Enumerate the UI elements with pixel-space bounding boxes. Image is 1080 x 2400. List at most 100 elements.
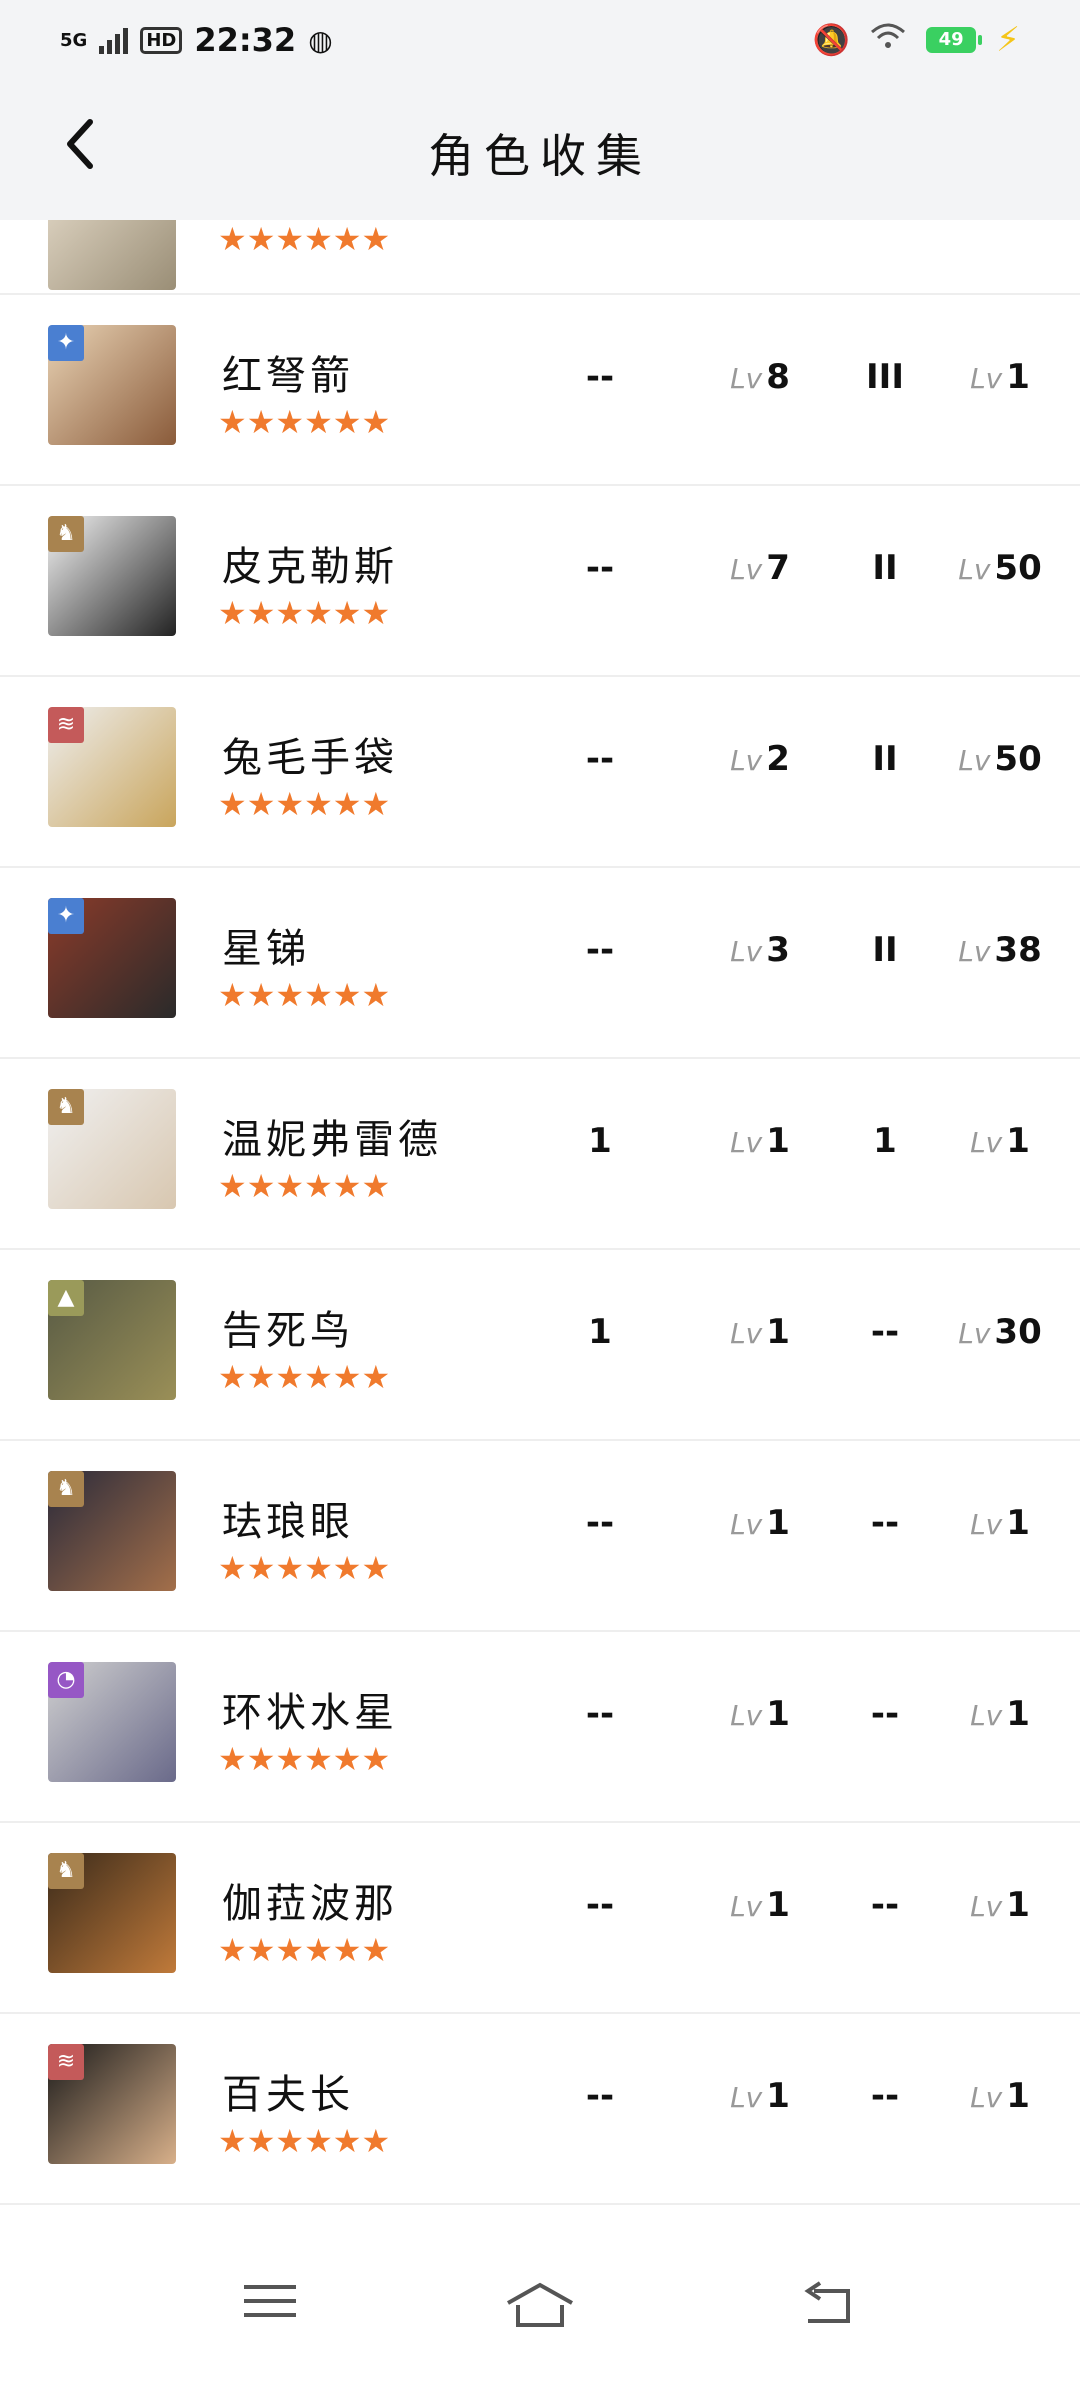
character-name: 红弩箭 [222,353,354,399]
character-name: 皮克勒斯 [222,544,398,590]
level-2: Lv 1 [950,1694,1050,1734]
character-portrait: ✦ [48,898,176,1018]
level-value: 1 [1006,1121,1030,1161]
star-rating: ★★★★★★ [218,1167,391,1205]
level-2: Lv 38 [950,930,1050,970]
back-nav-icon[interactable] [790,2275,870,2355]
mineral-icon: ▲ [48,1280,84,1316]
lv-label: Lv [730,2081,763,2114]
rank-value: -- [870,2076,900,2116]
character-row[interactable]: ★★★★★★ [0,220,1080,295]
star-rating: ★★★★★★ [218,220,391,258]
star-rating: ★★★★★★ [218,785,391,823]
character-name: 兔毛手袋 [222,735,398,781]
menu-icon[interactable] [230,2275,310,2355]
insight-value: 1 [588,1121,612,1161]
level-1: Lv 2 [710,739,810,779]
insight-value: -- [585,1503,615,1543]
level-value: 1 [1006,1694,1030,1734]
claw-icon: ≋ [48,707,84,743]
character-row[interactable]: ✦ 红弩箭 ★★★★★★ -- Lv 8 III Lv 1 [0,295,1080,486]
level-2: Lv 1 [950,1503,1050,1543]
level-value: 30 [994,1312,1042,1352]
hd-badge: HD [140,26,183,54]
beast-icon: ♞ [48,1471,84,1507]
spirit-icon: ◔ [48,1662,84,1698]
level-value: 1 [766,2076,790,2116]
character-row[interactable]: ♞ 皮克勒斯 ★★★★★★ -- Lv 7 II Lv 50 [0,486,1080,677]
character-name: 伽菈波那 [222,1881,398,1927]
wifi-icon [870,22,906,58]
star-rating: ★★★★★★ [218,1549,391,1587]
lv-label: Lv [958,1317,991,1350]
character-portrait: ♞ [48,1089,176,1209]
rank-value: III [866,357,904,397]
level-1: Lv 1 [710,1121,810,1161]
level-1: Lv 1 [710,1885,810,1925]
beast-icon: ♞ [48,1853,84,1889]
level-2: Lv 1 [950,357,1050,397]
character-row[interactable]: ≋ 百夫长 ★★★★★★ -- Lv 1 -- Lv 1 [0,2014,1080,2205]
character-name: 珐琅眼 [222,1499,354,1545]
insight-value: -- [585,548,615,588]
character-row[interactable]: ✦ 星锑 ★★★★★★ -- Lv 3 II Lv 38 [0,868,1080,1059]
level-1: Lv 1 [710,1694,810,1734]
level-value: 1 [766,1121,790,1161]
level-2: Lv 1 [950,1885,1050,1925]
character-row[interactable]: ≋ 兔毛手袋 ★★★★★★ -- Lv 2 II Lv 50 [0,677,1080,868]
level-value: 7 [766,548,790,588]
star-rating: ★★★★★★ [218,594,391,632]
lv-label: Lv [730,553,763,586]
rank-value: -- [870,1503,900,1543]
lv-label: Lv [730,1126,763,1159]
character-row[interactable]: ▲ 告死鸟 ★★★★★★ 1 Lv 1 -- Lv 30 [0,1250,1080,1441]
status-bar: 5G HD 22:32 ◍ 🔕 49 ⚡ [0,0,1080,80]
level-2: Lv 50 [950,548,1050,588]
character-list[interactable]: ★★★★★★ ✦ 红弩箭 ★★★★★★ -- Lv 8 III Lv 1 ♞ 皮克勒斯 ★★★★★★ --… [0,220,1080,2220]
signal-icon [99,26,129,54]
character-portrait [48,220,176,290]
insight-value: -- [585,930,615,970]
character-portrait: ✦ [48,325,176,445]
lv-label: Lv [730,362,763,395]
character-row[interactable]: ♞ 温妮弗雷德 ★★★★★★ 1 Lv 1 1 Lv 1 [0,1059,1080,1250]
beast-icon: ♞ [48,516,84,552]
home-icon[interactable] [500,2275,580,2355]
character-portrait: ≋ [48,2044,176,2164]
level-value: 1 [766,1694,790,1734]
star-rating: ★★★★★★ [218,976,391,1014]
star-compass-icon: ✦ [48,325,84,361]
network-label: 5G [60,29,88,51]
insight-value: -- [585,2076,615,2116]
character-row[interactable]: ♞ 伽菈波那 ★★★★★★ -- Lv 1 -- Lv 1 [0,1823,1080,2014]
clock: 22:32 [194,21,297,59]
lv-label: Lv [970,1699,1003,1732]
app-header: 角色收集 [0,80,1080,220]
character-portrait: ♞ [48,516,176,636]
character-name: 告死鸟 [222,1308,354,1354]
character-portrait: ♞ [48,1471,176,1591]
charging-icon: ⚡ [996,20,1020,60]
level-1: Lv 1 [710,2076,810,2116]
lv-label: Lv [970,1508,1003,1541]
rank-value: II [872,930,898,970]
character-row[interactable]: ♞ 珐琅眼 ★★★★★★ -- Lv 1 -- Lv 1 [0,1441,1080,1632]
level-2: Lv 50 [950,739,1050,779]
level-1: Lv 1 [710,1312,810,1352]
lv-label: Lv [730,1890,763,1923]
level-value: 1 [1006,357,1030,397]
rank-value: II [872,739,898,779]
star-compass-icon: ✦ [48,898,84,934]
weibo-icon: ◍ [308,23,333,57]
level-value: 1 [766,1885,790,1925]
lv-label: Lv [958,744,991,777]
insight-value: -- [585,1885,615,1925]
lv-label: Lv [970,2081,1003,2114]
level-value: 1 [766,1312,790,1352]
insight-value: -- [585,739,615,779]
star-rating: ★★★★★★ [218,1358,391,1396]
level-value: 8 [766,357,790,397]
insight-value: 1 [588,1312,612,1352]
character-row[interactable]: ◔ 环状水星 ★★★★★★ -- Lv 1 -- Lv 1 [0,1632,1080,1823]
level-value: 50 [994,739,1042,779]
